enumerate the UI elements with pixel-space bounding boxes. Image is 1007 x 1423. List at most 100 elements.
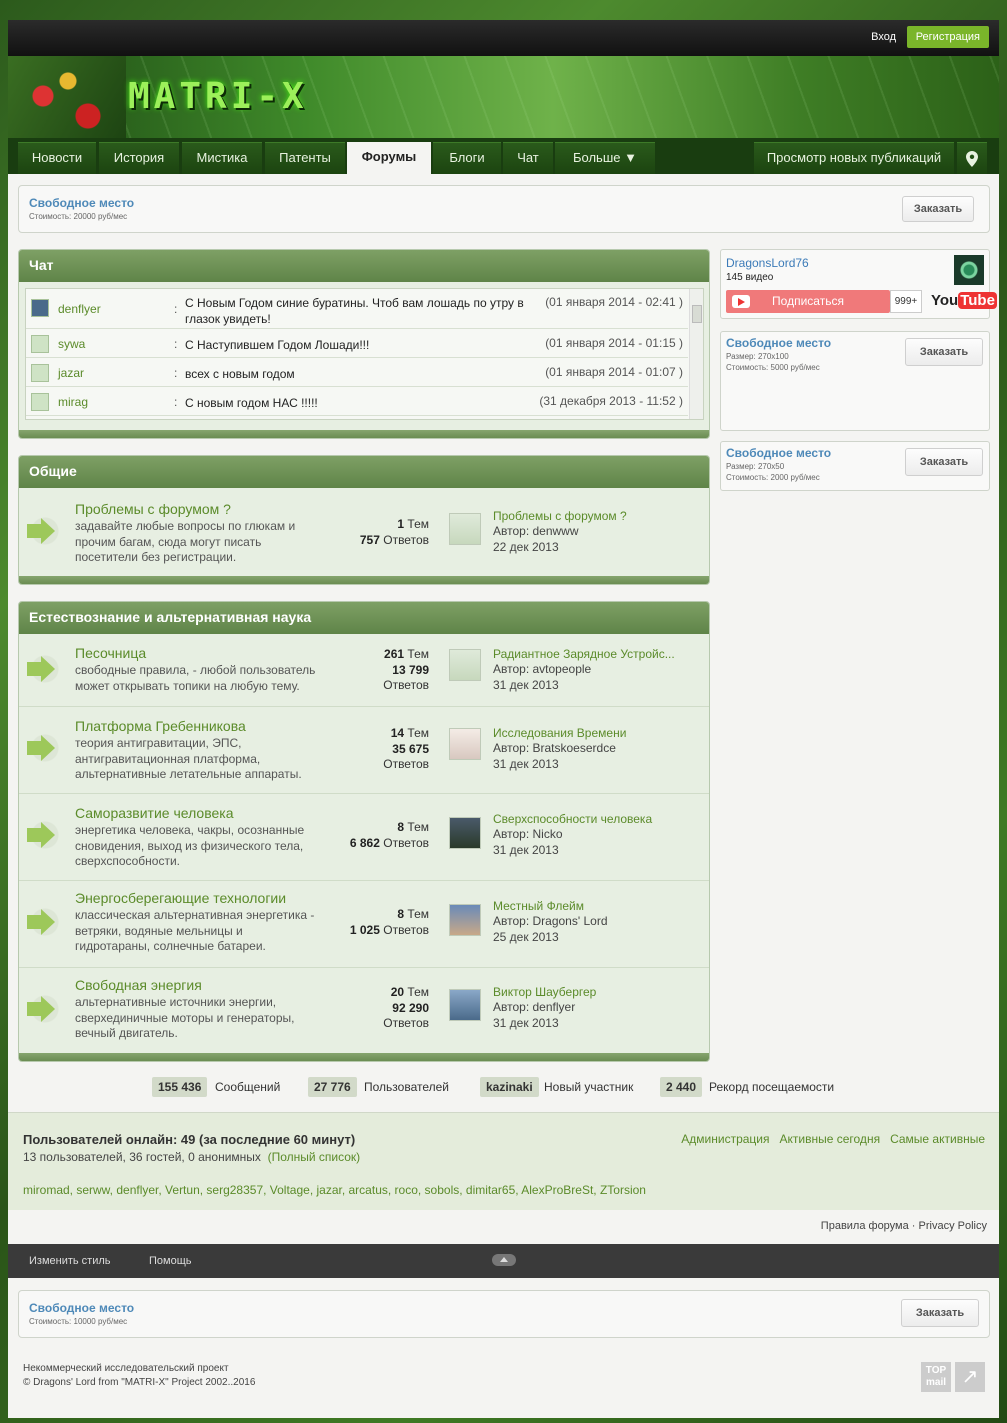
ad-sidebar-2: Свободное место Размер: 270x50 Стоимость… bbox=[720, 441, 990, 491]
last-post-title[interactable]: Виктор Шаубергер bbox=[493, 985, 596, 999]
chat-message: С Новым Годом синие буратины. Чтоб вам л… bbox=[185, 296, 524, 326]
last-post-meta: Автор: denflyer 31 дек 2013 bbox=[493, 1000, 576, 1030]
last-post-avatar[interactable] bbox=[449, 649, 481, 681]
forum-read-icon bbox=[27, 995, 59, 1023]
order-button[interactable]: Заказать bbox=[905, 338, 983, 366]
new-posts-link[interactable]: Просмотр новых публикаций bbox=[754, 142, 954, 174]
last-post-avatar[interactable] bbox=[449, 728, 481, 760]
chat-scrollbar[interactable] bbox=[689, 289, 703, 419]
tab-forums[interactable]: Форумы bbox=[347, 142, 431, 174]
help-link[interactable]: Помощь bbox=[149, 1255, 192, 1267]
channel-name[interactable]: DragonsLord76 bbox=[726, 256, 809, 270]
chat-user[interactable]: sywa bbox=[58, 337, 85, 351]
newest-member[interactable]: kazinaki bbox=[480, 1077, 539, 1097]
chat-user[interactable]: denflyer bbox=[58, 302, 101, 316]
tab-more[interactable]: Больше ▼ bbox=[555, 142, 655, 174]
forum-read-icon bbox=[27, 655, 59, 683]
last-post-avatar[interactable] bbox=[449, 817, 481, 849]
change-style-link[interactable]: Изменить стиль bbox=[29, 1255, 111, 1267]
chat-user[interactable]: mirag bbox=[58, 395, 88, 409]
forum-read-icon bbox=[27, 908, 59, 936]
tab-history[interactable]: История bbox=[99, 142, 179, 174]
forum-rules-link[interactable]: Правила форума bbox=[821, 1220, 909, 1232]
forum-desc: задавайте любые вопросы по глюкам и прочи… bbox=[75, 519, 296, 564]
footer-bar: Изменить стиль Помощь bbox=[8, 1244, 999, 1278]
forum-stats: 8 Тем 6 862 Ответов bbox=[349, 820, 429, 850]
last-post-avatar[interactable] bbox=[449, 513, 481, 545]
order-button[interactable]: Заказать bbox=[905, 448, 983, 476]
last-post-title[interactable]: Сверхспособности человека bbox=[493, 812, 652, 826]
forum-title[interactable]: Свободная энергия bbox=[75, 977, 202, 993]
last-post-title[interactable]: Проблемы с форумом ? bbox=[493, 509, 627, 523]
online-heading: Пользователей онлайн: 49 (за последние 6… bbox=[23, 1132, 356, 1147]
last-post-meta: Автор: denwww 22 дек 2013 bbox=[493, 524, 579, 554]
privacy-link[interactable]: Privacy Policy bbox=[919, 1220, 987, 1232]
last-post-avatar[interactable] bbox=[449, 904, 481, 936]
active-today-link[interactable]: Активные сегодня bbox=[780, 1132, 881, 1146]
avatar[interactable] bbox=[31, 393, 49, 411]
avatar[interactable] bbox=[31, 299, 49, 317]
avatar[interactable] bbox=[31, 364, 49, 382]
chat-block: Чат denflyer : С Новым Годом синие бурат… bbox=[18, 249, 710, 439]
forum-title[interactable]: Саморазвитие человека bbox=[75, 805, 233, 821]
ad-title[interactable]: Свободное место bbox=[726, 446, 831, 460]
ad-title[interactable]: Свободное место bbox=[29, 1301, 134, 1315]
youtube-widget: DragonsLord76 145 видео Подписаться 999+… bbox=[720, 249, 997, 319]
tab-chat[interactable]: Чат bbox=[503, 142, 553, 174]
ad-title[interactable]: Свободное место bbox=[726, 336, 831, 350]
last-post-avatar[interactable] bbox=[449, 989, 481, 1021]
back-to-top-icon[interactable] bbox=[492, 1254, 516, 1266]
forum-title[interactable]: Энергосберегающие технологии bbox=[75, 890, 286, 906]
forum-desc: альтернативные источники энергии, сверхед… bbox=[75, 995, 295, 1040]
ad-size: Размер: 270x100 bbox=[726, 352, 789, 361]
main-nav: Новости История Мистика Патенты Форумы Б… bbox=[8, 138, 999, 174]
ad-title[interactable]: Свободное место bbox=[29, 196, 134, 210]
most-active-link[interactable]: Самые активные bbox=[890, 1132, 985, 1146]
online-user-list[interactable]: miromad, serww, denflyer, Vertun, serg28… bbox=[23, 1183, 646, 1197]
category-science: Естествознание и альтернативная наука Пе… bbox=[18, 601, 710, 1062]
tab-mystic[interactable]: Мистика bbox=[182, 142, 262, 174]
ad-cost: Стоимость: 2000 руб/мес bbox=[726, 473, 820, 482]
avatar[interactable] bbox=[31, 335, 49, 353]
category-title[interactable]: Естествознание и альтернативная наука bbox=[19, 602, 709, 634]
chat-date: (01 января 2014 - 01:07 ) bbox=[545, 365, 683, 379]
forum-read-icon bbox=[27, 517, 59, 545]
login-link[interactable]: Вход bbox=[871, 31, 896, 43]
forum-title[interactable]: Песочница bbox=[75, 645, 146, 661]
top-bar: Вход Регистрация bbox=[8, 20, 999, 56]
full-list-link[interactable]: (Полный список) bbox=[268, 1150, 361, 1164]
tab-news[interactable]: Новости bbox=[18, 142, 96, 174]
channel-avatar[interactable] bbox=[954, 255, 984, 285]
tab-patents[interactable]: Патенты bbox=[265, 142, 345, 174]
tab-blogs[interactable]: Блоги bbox=[433, 142, 501, 174]
scroll-thumb[interactable] bbox=[692, 305, 702, 323]
chat-date: (01 января 2014 - 02:41 ) bbox=[545, 295, 683, 309]
register-button[interactable]: Регистрация bbox=[906, 26, 989, 48]
ad-bottom: Свободное место Стоимость: 10000 руб/мес… bbox=[18, 1290, 990, 1338]
subscribe-button[interactable]: Подписаться bbox=[726, 290, 890, 313]
chat-log: denflyer : С Новым Годом синие буратины.… bbox=[25, 288, 704, 420]
play-icon bbox=[732, 295, 750, 308]
forum-stats: 1 Тем 757 Ответов bbox=[359, 517, 429, 547]
last-post-title[interactable]: Исследования Времени bbox=[493, 726, 626, 740]
map-pin-icon[interactable] bbox=[957, 142, 987, 174]
order-button[interactable]: Заказать bbox=[902, 196, 974, 222]
stat-label: Рекорд посещаемости bbox=[709, 1080, 835, 1094]
top-mail-counter[interactable]: TOP mail ↗ bbox=[921, 1362, 985, 1392]
block-footer bbox=[19, 430, 709, 438]
category-title[interactable]: Общие bbox=[19, 456, 709, 488]
forum-title[interactable]: Проблемы с форумом ? bbox=[75, 501, 231, 517]
christmas-ornaments-image bbox=[8, 56, 126, 138]
stat-value: 27 776 bbox=[308, 1077, 357, 1097]
last-post-title[interactable]: Радиантное Зарядное Устройс... bbox=[493, 647, 675, 661]
chat-user[interactable]: jazar bbox=[58, 366, 84, 380]
forum-row: Проблемы с форумом ? задавайте любые воп… bbox=[19, 489, 709, 577]
top-mail-logo: TOP mail bbox=[921, 1362, 951, 1392]
order-button[interactable]: Заказать bbox=[901, 1299, 979, 1327]
forum-title[interactable]: Платформа Гребенникова bbox=[75, 718, 246, 734]
admins-link[interactable]: Администрация bbox=[681, 1132, 769, 1146]
chat-separator: : bbox=[174, 302, 178, 316]
site-logo[interactable]: MATRI-X bbox=[128, 76, 308, 117]
forum-row: Песочница свободные правила, - любой пол… bbox=[19, 635, 709, 707]
last-post-title[interactable]: Местный Флейм bbox=[493, 899, 584, 913]
